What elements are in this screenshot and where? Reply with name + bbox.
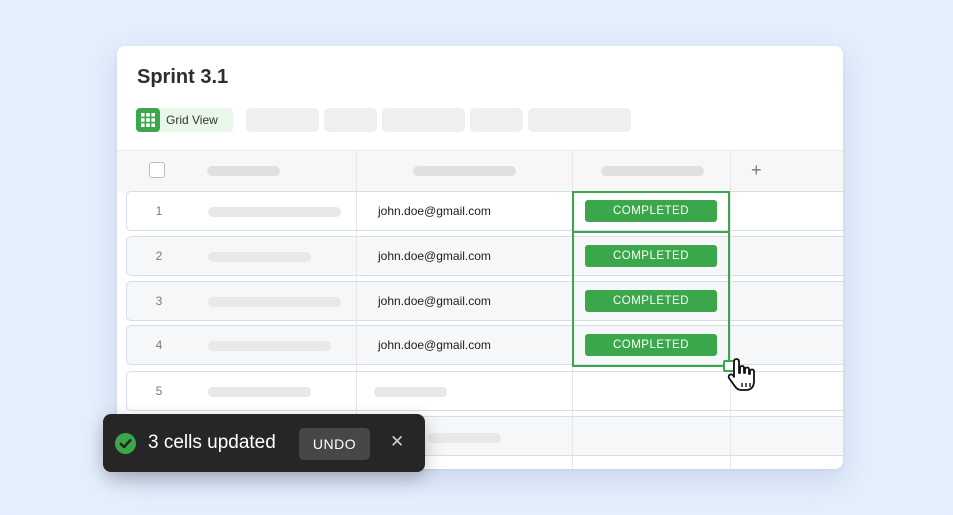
column-header-placeholder[interactable]	[207, 166, 280, 176]
tab-placeholder[interactable]	[470, 108, 523, 132]
tab-grid-view[interactable]: Grid View	[136, 108, 233, 132]
check-circle-icon	[115, 433, 136, 459]
email-cell[interactable]: john.doe@gmail.com	[378, 338, 491, 352]
tab-placeholder[interactable]	[528, 108, 631, 132]
column-divider	[572, 150, 573, 469]
grid-view-icon	[136, 108, 160, 132]
email-cell[interactable]: john.doe@gmail.com	[378, 294, 491, 308]
add-column-button[interactable]: +	[751, 160, 762, 180]
status-badge[interactable]: COMPLETED	[585, 200, 717, 222]
cell-placeholder[interactable]	[428, 433, 501, 443]
column-header-placeholder[interactable]	[413, 166, 516, 176]
select-all-checkbox[interactable]	[149, 162, 165, 178]
close-icon[interactable]: ✕	[390, 432, 404, 452]
row-number: 5	[155, 384, 163, 398]
row-number: 4	[155, 338, 163, 352]
row-number: 3	[155, 294, 163, 308]
row-number: 2	[155, 249, 163, 263]
table-row[interactable]: 2 john.doe@gmail.com COMPLETED	[126, 236, 843, 276]
cell-placeholder[interactable]	[208, 387, 311, 397]
toast-message: 3 cells updated	[148, 432, 276, 453]
tab-grid-view-label: Grid View	[166, 113, 218, 127]
tab-placeholder[interactable]	[324, 108, 377, 132]
tab-placeholder[interactable]	[246, 108, 319, 132]
cell-placeholder[interactable]	[208, 207, 341, 217]
column-header-placeholder[interactable]	[601, 166, 704, 176]
page-title: Sprint 3.1	[137, 66, 229, 88]
cell-placeholder[interactable]	[208, 252, 311, 262]
hand-cursor-icon	[727, 358, 761, 399]
status-badge[interactable]: COMPLETED	[585, 334, 717, 356]
table-card: Sprint 3.1 Grid View + 1 john.doe@gmail.…	[117, 46, 843, 469]
column-divider	[730, 150, 731, 469]
selection-active-cell-divider	[572, 231, 730, 233]
status-badge[interactable]: COMPLETED	[585, 245, 717, 267]
table-row[interactable]: 1 john.doe@gmail.com COMPLETED	[126, 191, 843, 231]
status-badge[interactable]: COMPLETED	[585, 290, 717, 312]
table-row[interactable]: 3 john.doe@gmail.com COMPLETED	[126, 281, 843, 321]
email-cell[interactable]: john.doe@gmail.com	[378, 204, 491, 218]
cell-placeholder[interactable]	[374, 387, 447, 397]
email-cell[interactable]: john.doe@gmail.com	[378, 249, 491, 263]
toast-notification: 3 cells updated UNDO ✕	[103, 414, 425, 472]
undo-button[interactable]: UNDO	[299, 428, 370, 460]
tab-placeholder[interactable]	[382, 108, 465, 132]
cell-placeholder[interactable]	[208, 297, 341, 307]
cell-placeholder[interactable]	[208, 341, 331, 351]
row-number: 1	[155, 204, 163, 218]
